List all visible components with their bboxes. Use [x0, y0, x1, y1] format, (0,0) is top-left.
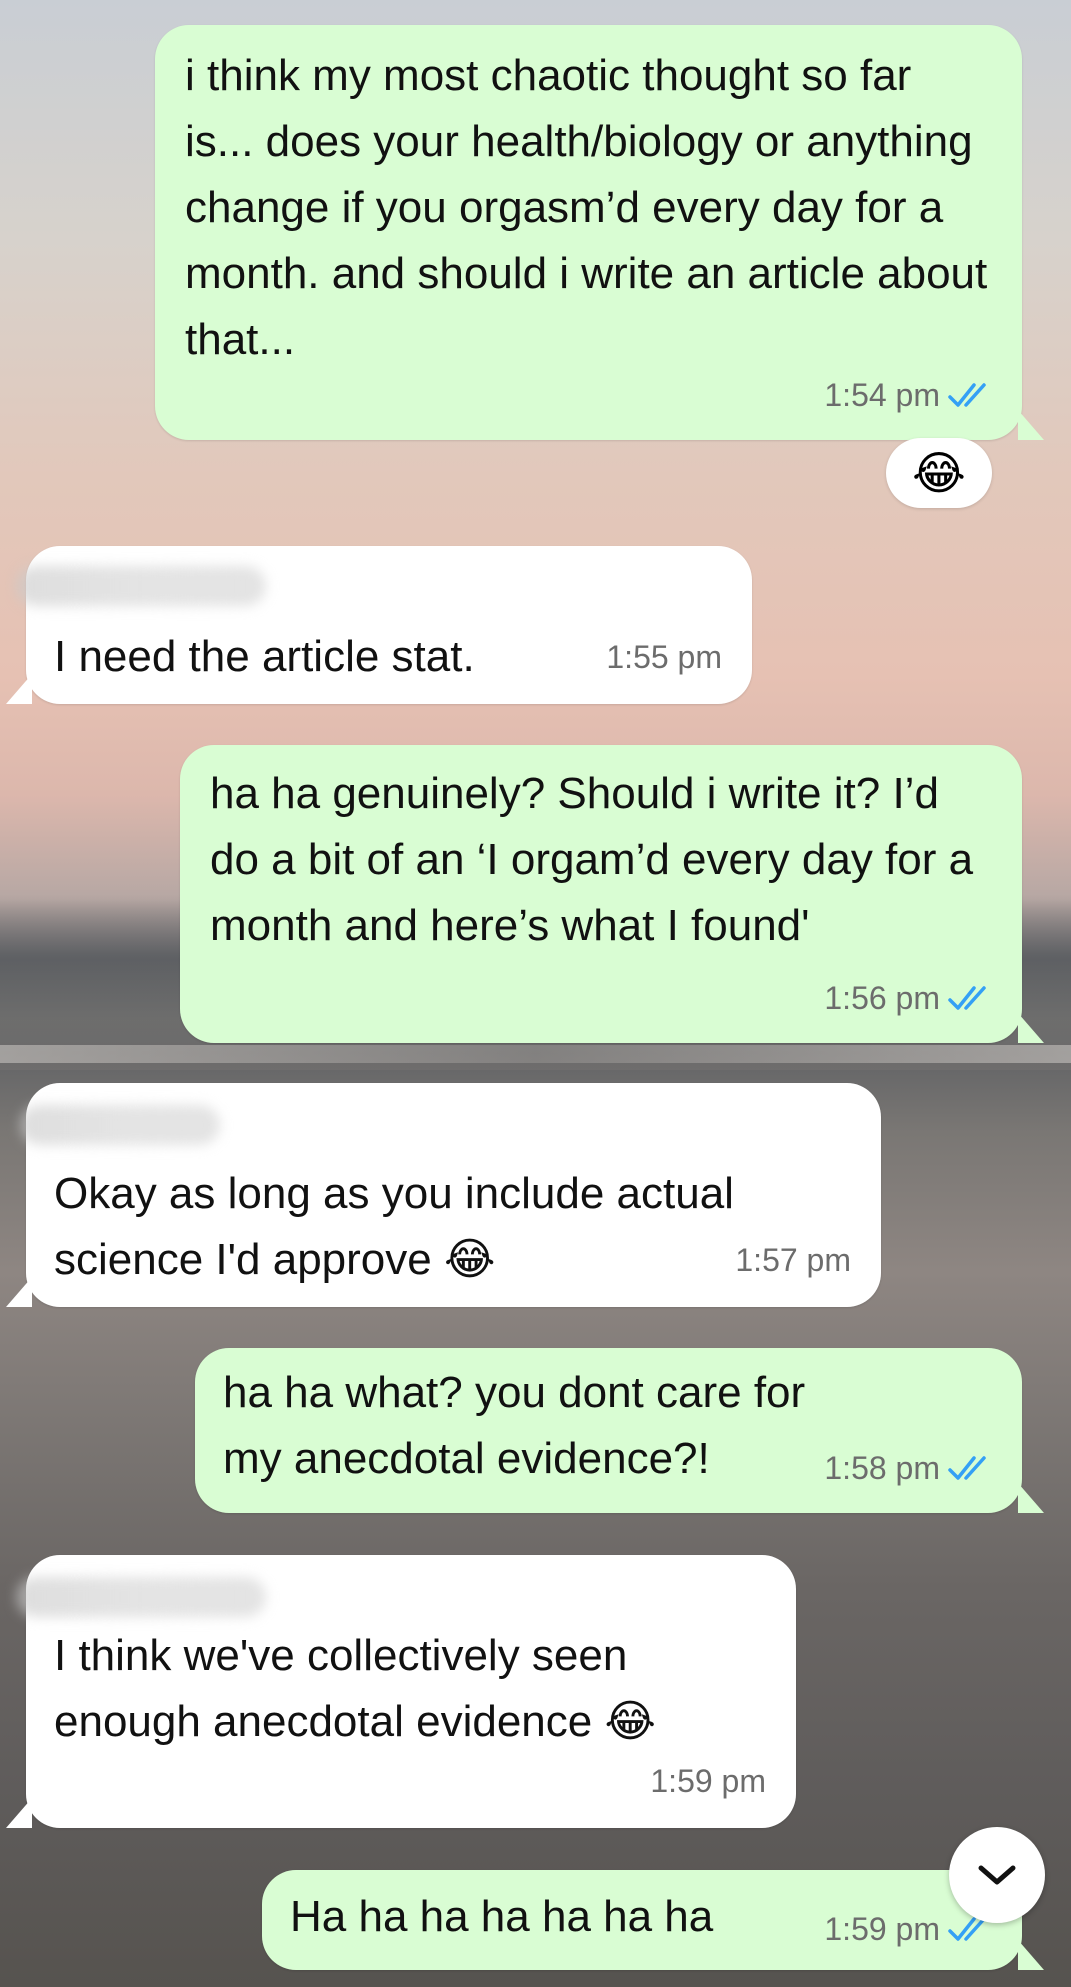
outgoing-message[interactable]: ha ha what? you dont care for my anecdot… — [195, 1348, 1022, 1513]
message-time: 1:58 pm — [824, 1450, 940, 1486]
laughing-emoji: 😂 — [604, 1697, 656, 1746]
message-text: Okay as long as you include actual scien… — [54, 1161, 851, 1293]
incoming-message[interactable]: I think we've collectively seen enough a… — [16, 1555, 796, 1828]
message-time: 1:54 pm — [824, 377, 940, 413]
message-body: Okay as long as you include actual scien… — [54, 1169, 747, 1284]
sender-name-redacted — [20, 1105, 220, 1145]
message-time: 1:57 pm — [735, 1242, 851, 1278]
double-check-icon — [948, 1456, 986, 1480]
message-text: I think we've collectively seen enough a… — [54, 1623, 766, 1755]
message-body: I think we've collectively seen enough a… — [54, 1631, 640, 1746]
bubble-tail — [1018, 1483, 1044, 1513]
outgoing-message[interactable]: ha ha genuinely? Should i write it? I’d … — [180, 745, 1022, 1043]
bubble-tail — [6, 1277, 32, 1307]
reaction-emoji: 😂 — [912, 447, 966, 499]
bubble-tail — [1018, 1940, 1044, 1970]
chevron-down-icon — [978, 1865, 1016, 1885]
message-meta: 1:57 pm — [735, 1227, 851, 1293]
message-text: ha ha genuinely? Should i write it? I’d … — [210, 769, 986, 950]
message-reaction[interactable]: 😂 — [886, 438, 992, 508]
message-time: 1:59 pm — [650, 1763, 766, 1799]
message-time: 1:55 pm — [606, 639, 722, 675]
outgoing-message[interactable]: i think my most chaotic thought so far i… — [155, 25, 1022, 440]
incoming-message[interactable]: Okay as long as you include actual scien… — [20, 1083, 881, 1307]
outgoing-message[interactable]: Ha ha ha ha ha ha ha 1:59 pm — [262, 1870, 1022, 1970]
message-meta: 1:56 pm — [824, 965, 992, 1031]
double-check-icon — [948, 383, 986, 407]
scroll-to-bottom-button[interactable] — [949, 1827, 1045, 1923]
bubble-tail — [6, 674, 32, 704]
bubble-tail — [1018, 410, 1044, 440]
message-time: 1:56 pm — [824, 980, 940, 1016]
message-text: ha ha what? you dont care for my anecdot… — [223, 1368, 818, 1483]
message-time: 1:59 pm — [824, 1911, 940, 1947]
incoming-message[interactable]: I need the article stat. 1:55 pm — [16, 546, 752, 704]
laughing-emoji: 😂 — [443, 1235, 496, 1284]
message-meta: 1:54 pm — [824, 362, 992, 428]
message-text: i think my most chaotic thought so far i… — [185, 51, 1000, 364]
message-meta: 1:58 pm — [824, 1435, 992, 1501]
sender-name-redacted — [16, 566, 266, 606]
bubble-tail — [1018, 1013, 1044, 1043]
message-meta: 1:59 pm — [650, 1748, 766, 1814]
sender-name-redacted — [16, 1577, 266, 1617]
background-water — [0, 1045, 1071, 1063]
message-meta: 1:55 pm — [606, 624, 722, 690]
bubble-tail — [6, 1798, 32, 1828]
double-check-icon — [948, 986, 986, 1010]
